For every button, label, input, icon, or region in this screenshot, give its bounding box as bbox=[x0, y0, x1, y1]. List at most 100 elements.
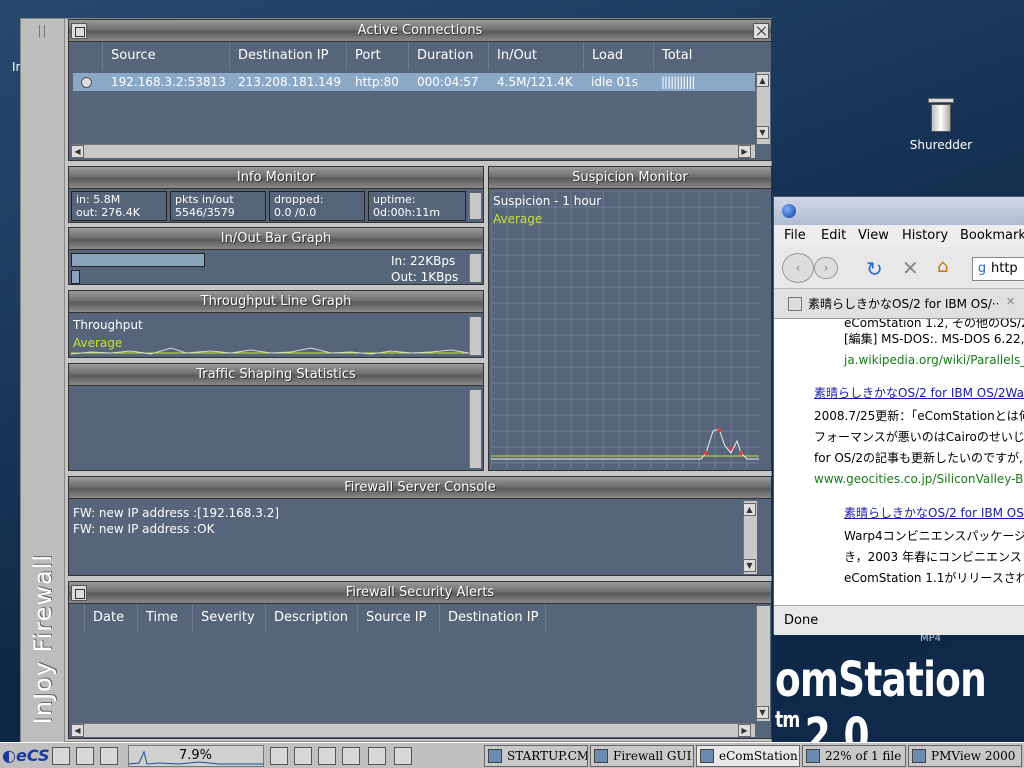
security-alerts-panel: Firewall Security Alerts Date Time Sever… bbox=[68, 581, 772, 739]
cpu-monitor[interactable]: 7.9% bbox=[128, 745, 264, 767]
task-ecomstation[interactable]: eComStation - bbox=[696, 745, 800, 767]
app-icon-5[interactable] bbox=[368, 747, 386, 765]
suspicion-average-label: Average bbox=[493, 212, 543, 226]
alerts-scroll-right-icon[interactable]: ▶ bbox=[738, 724, 751, 737]
lock-icon[interactable] bbox=[52, 747, 70, 765]
task-download[interactable]: 22% of 1 file - bbox=[802, 745, 906, 767]
app-icon-3[interactable] bbox=[318, 747, 336, 765]
task-firewall-icon bbox=[594, 749, 608, 763]
browser-tab[interactable]: 素晴らしきかなOS/2 for IBM OS/··· ✕ bbox=[774, 289, 1024, 319]
browser-content: eComStation 1.2, その他のOS/2 [編集] MS-DOS:. … bbox=[774, 319, 1024, 605]
console-log: FW: new IP address :[192.168.3.2] FW: ne… bbox=[73, 505, 279, 537]
throughput-title: Throughput Line Graph bbox=[69, 291, 483, 313]
ecs-start-icon[interactable]: ◐eCS bbox=[2, 746, 50, 766]
col-destination-ip[interactable]: Destination IP bbox=[230, 42, 347, 70]
alerts-scroll-down-icon[interactable]: ▼ bbox=[756, 706, 769, 719]
browser-titlebar[interactable] bbox=[774, 197, 1024, 225]
scroll-up-icon[interactable]: ▲ bbox=[756, 74, 769, 87]
home-icon[interactable]: ⌂ bbox=[937, 256, 948, 277]
menu-history[interactable]: History bbox=[902, 228, 948, 243]
throughput-panel: Throughput Line Graph Throughput Average bbox=[68, 290, 484, 358]
task-ecomstation-icon bbox=[700, 749, 714, 763]
app-icon-4[interactable] bbox=[342, 747, 360, 765]
tab-close-icon[interactable]: ✕ bbox=[1006, 295, 1015, 308]
content-line: eComStation 1.1がリリースされ bbox=[844, 571, 1024, 585]
info-traffic: in: 5.8M out: 276.4K bbox=[71, 191, 167, 221]
col-date[interactable]: Date bbox=[85, 604, 138, 632]
out-bar bbox=[71, 270, 80, 284]
col-inout[interactable]: In/Out bbox=[489, 42, 584, 70]
console-scroll-up-icon[interactable]: ▲ bbox=[743, 503, 756, 516]
result-link[interactable]: 素晴らしきかなOS/2 for IBM OS/2Wa bbox=[814, 383, 1024, 404]
content-url[interactable]: www.geocities.co.jp/SiliconValley-Ba bbox=[814, 469, 1024, 490]
col-port[interactable]: Port bbox=[347, 42, 409, 70]
bar-scroll-handle[interactable] bbox=[469, 254, 481, 282]
col-duration[interactable]: Duration bbox=[409, 42, 489, 70]
task-pmview[interactable]: PMView 2000 bbox=[908, 745, 1022, 767]
window-menu-icon[interactable] bbox=[71, 23, 87, 39]
window-vertical-bar[interactable]: InJoy Firewall bbox=[21, 19, 65, 743]
trash-icon bbox=[928, 96, 954, 132]
suspicion-graph bbox=[491, 191, 759, 469]
menu-edit[interactable]: Edit bbox=[821, 228, 846, 243]
task-startup[interactable]: STARTUP.CMD bbox=[484, 745, 588, 767]
scroll-left-icon[interactable]: ◀ bbox=[71, 145, 84, 158]
shaping-scroll-handle[interactable] bbox=[469, 390, 481, 468]
power-icon[interactable] bbox=[100, 747, 118, 765]
menu-file[interactable]: File bbox=[784, 228, 806, 243]
info-scroll-handle[interactable] bbox=[469, 193, 481, 219]
menu-bookmarks[interactable]: Bookmarks bbox=[960, 228, 1024, 243]
col-source[interactable]: Source bbox=[103, 42, 230, 70]
shredder-desktop-icon[interactable]: Shuredder bbox=[905, 96, 977, 152]
grip-icon[interactable] bbox=[39, 25, 45, 37]
col-total[interactable]: Total bbox=[654, 42, 755, 70]
magnifier-icon[interactable] bbox=[76, 747, 94, 765]
content-url[interactable]: ja.wikipedia.org/wiki/Parallels_ bbox=[844, 350, 1024, 371]
alerts-scrollbar[interactable] bbox=[756, 606, 770, 721]
stop-icon[interactable]: ✕ bbox=[902, 256, 919, 280]
browser-toolbar: ‹ › ↻ ✕ ⌂ g http bbox=[774, 247, 1024, 289]
menu-view[interactable]: View bbox=[858, 228, 889, 243]
col-severity[interactable]: Severity bbox=[193, 604, 266, 632]
alerts-scroll-left-icon[interactable]: ◀ bbox=[71, 724, 84, 737]
scroll-right-icon[interactable]: ▶ bbox=[738, 145, 751, 158]
alerts-hscrollbar[interactable] bbox=[71, 723, 755, 737]
inout-bar-panel: In/Out Bar Graph In: 22KBps Out: 1KBps bbox=[68, 227, 484, 285]
result-link[interactable]: 素晴らしきかなOS/2 for IBM OS/ bbox=[844, 503, 1024, 524]
app-icon-6[interactable] bbox=[394, 747, 412, 765]
col-time[interactable]: Time bbox=[138, 604, 193, 632]
security-alerts-title: Firewall Security Alerts bbox=[69, 582, 771, 604]
shredder-label: Shuredder bbox=[909, 138, 973, 152]
col-description[interactable]: Description bbox=[266, 604, 358, 632]
col-source-ip[interactable]: Source IP bbox=[358, 604, 440, 632]
url-bar[interactable]: g http bbox=[972, 257, 1024, 281]
taskbar: ◐eCS 7.9% STARTUP.CMD Firewall GUI eComS… bbox=[0, 742, 1024, 768]
content-line: [編集] MS-DOS:. MS-DOS 6.22, bbox=[844, 332, 1024, 346]
active-connections-title: Active Connections bbox=[69, 20, 771, 42]
info-packets: pkts in/out 5546/3579 bbox=[170, 191, 266, 221]
reload-icon[interactable]: ↻ bbox=[866, 257, 883, 281]
alerts-menu-icon[interactable] bbox=[71, 585, 87, 601]
horizontal-scrollbar[interactable] bbox=[71, 144, 755, 158]
tab-title: 素晴らしきかなOS/2 for IBM OS/··· bbox=[808, 297, 998, 311]
close-icon[interactable] bbox=[753, 23, 769, 39]
back-icon[interactable]: ‹ bbox=[782, 253, 814, 283]
cell-source: 192.168.3.2:53813 bbox=[111, 75, 226, 89]
server-console-panel: Firewall Server Console FW: new IP addre… bbox=[68, 476, 772, 576]
col-destination-ip-alerts[interactable]: Destination IP bbox=[440, 604, 546, 632]
throughput-scroll-handle[interactable] bbox=[469, 317, 481, 355]
task-firewall-gui[interactable]: Firewall GUI bbox=[590, 745, 694, 767]
inout-bar-title: In/Out Bar Graph bbox=[69, 228, 483, 250]
cell-duration: 000:04:57 bbox=[417, 75, 479, 89]
scroll-down-icon[interactable]: ▼ bbox=[756, 126, 769, 139]
throughput-line-graph bbox=[71, 347, 469, 355]
app-icon-2[interactable] bbox=[294, 747, 312, 765]
in-rate: In: 22KBps bbox=[391, 254, 456, 268]
console-scroll-down-icon[interactable]: ▼ bbox=[743, 559, 756, 572]
browser-menubar: File Edit View History Bookmarks bbox=[774, 225, 1024, 247]
col-load[interactable]: Load bbox=[584, 42, 654, 70]
app-icon-1[interactable] bbox=[270, 747, 288, 765]
content-line: for OS/2の記事も更新したいのですが, bbox=[814, 451, 1023, 465]
browser-globe-icon bbox=[782, 204, 796, 218]
forward-icon[interactable]: › bbox=[814, 257, 838, 279]
